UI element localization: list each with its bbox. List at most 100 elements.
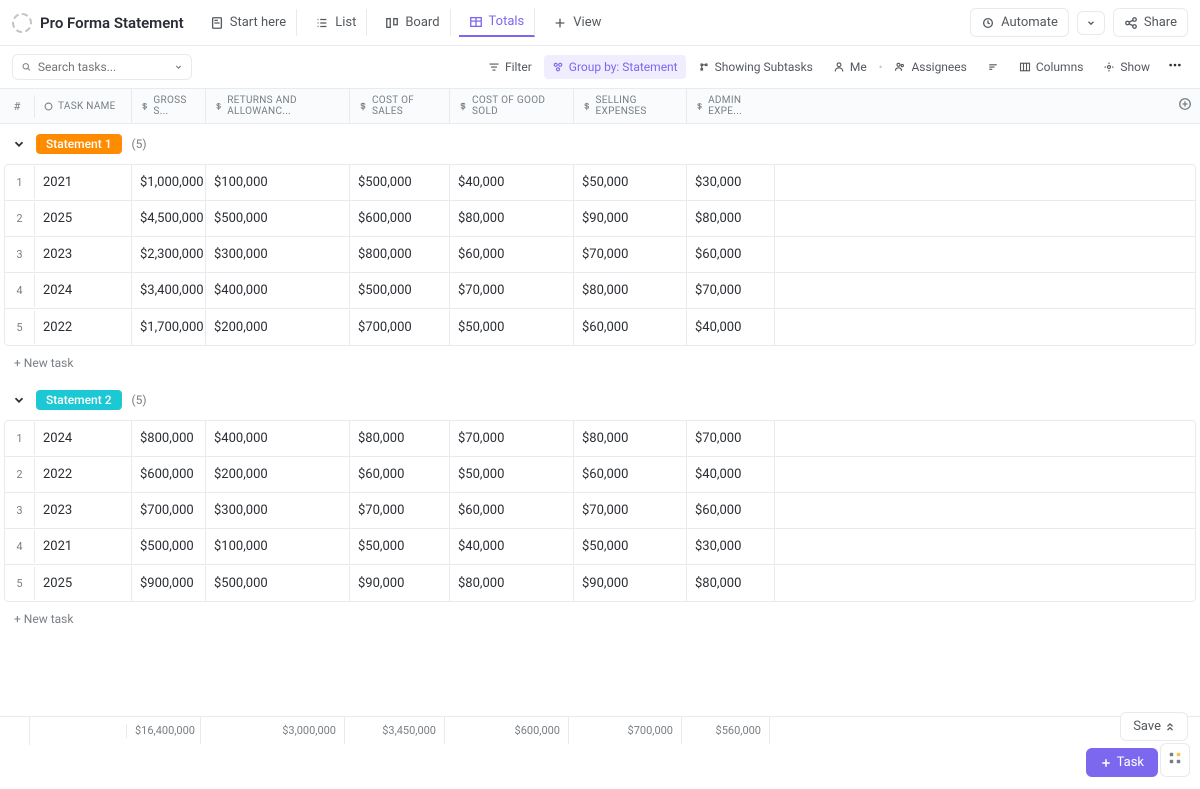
cell-selling[interactable]: $60,000: [574, 457, 687, 492]
workspace-icon[interactable]: [12, 13, 32, 33]
cell-returns[interactable]: $400,000: [206, 273, 350, 308]
add-column-button[interactable]: [1170, 97, 1200, 115]
cell-gross[interactable]: $1,700,000: [132, 310, 206, 345]
table-row[interactable]: 22025$4,500,000$500,000$600,000$80,000$9…: [5, 201, 1195, 237]
cell-selling[interactable]: $80,000: [574, 421, 687, 456]
group-by-button[interactable]: Group by: Statement: [544, 55, 686, 79]
cell-gross[interactable]: $4,500,000: [132, 201, 206, 236]
cell-cost-sales[interactable]: $80,000: [350, 421, 450, 456]
cell-cost-sales[interactable]: $500,000: [350, 165, 450, 200]
cell-gross[interactable]: $700,000: [132, 493, 206, 528]
cell-gross[interactable]: $500,000: [132, 529, 206, 564]
cell-name[interactable]: 2022: [35, 457, 132, 492]
table-row[interactable]: 52022$1,700,000$200,000$700,000$50,000$6…: [5, 309, 1195, 345]
cell-selling[interactable]: $60,000: [574, 310, 687, 345]
cell-cost-sales[interactable]: $500,000: [350, 273, 450, 308]
cell-cost-sales[interactable]: $60,000: [350, 457, 450, 492]
cell-selling[interactable]: $70,000: [574, 493, 687, 528]
cell-admin[interactable]: $30,000: [687, 165, 775, 200]
chevron-down-icon[interactable]: [174, 62, 183, 72]
cell-cost-sales[interactable]: $700,000: [350, 310, 450, 345]
cell-selling[interactable]: $90,000: [574, 201, 687, 236]
cell-cost-good[interactable]: $50,000: [450, 310, 574, 345]
cell-name[interactable]: 2021: [35, 529, 132, 564]
columns-button[interactable]: Columns: [1011, 55, 1092, 79]
save-button[interactable]: Save: [1120, 712, 1188, 741]
cell-cost-good[interactable]: $60,000: [450, 237, 574, 272]
cell-name[interactable]: 2023: [35, 493, 132, 528]
cell-cost-sales[interactable]: $70,000: [350, 493, 450, 528]
col-header-cost-sales[interactable]: COST OF SALES: [349, 89, 449, 123]
cell-returns[interactable]: $200,000: [206, 457, 350, 492]
share-button[interactable]: Share: [1113, 8, 1188, 37]
cell-admin[interactable]: $70,000: [687, 273, 775, 308]
cell-name[interactable]: 2024: [35, 421, 132, 456]
new-task-link[interactable]: + New task: [0, 602, 1200, 636]
cell-cost-good[interactable]: $70,000: [450, 273, 574, 308]
filter-button[interactable]: Filter: [480, 55, 540, 79]
automate-button[interactable]: Automate: [970, 8, 1069, 37]
cell-gross[interactable]: $900,000: [132, 566, 206, 601]
cell-name[interactable]: 2024: [35, 273, 132, 308]
apps-button[interactable]: [1160, 743, 1190, 777]
table-row[interactable]: 12024$800,000$400,000$80,000$70,000$80,0…: [5, 421, 1195, 457]
table-row[interactable]: 32023$2,300,000$300,000$800,000$60,000$7…: [5, 237, 1195, 273]
cell-cost-good[interactable]: $40,000: [450, 165, 574, 200]
cell-name[interactable]: 2023: [35, 237, 132, 272]
cell-admin[interactable]: $70,000: [687, 421, 775, 456]
new-task-button[interactable]: Task: [1086, 748, 1158, 777]
cell-admin[interactable]: $60,000: [687, 237, 775, 272]
cell-admin[interactable]: $60,000: [687, 493, 775, 528]
cell-returns[interactable]: $200,000: [206, 310, 350, 345]
table-row[interactable]: 42021$500,000$100,000$50,000$40,000$50,0…: [5, 529, 1195, 565]
cell-returns[interactable]: $300,000: [206, 237, 350, 272]
cell-name[interactable]: 2022: [35, 310, 132, 345]
col-header-cost-good[interactable]: COST OF GOOD SOLD: [449, 89, 573, 123]
cell-gross[interactable]: $800,000: [132, 421, 206, 456]
cell-selling[interactable]: $50,000: [574, 529, 687, 564]
cell-admin[interactable]: $40,000: [687, 457, 775, 492]
cell-cost-good[interactable]: $60,000: [450, 493, 574, 528]
tab-list[interactable]: List: [305, 9, 367, 36]
cell-returns[interactable]: $100,000: [206, 529, 350, 564]
col-header-returns[interactable]: RETURNS AND ALLOWANC...: [205, 89, 349, 123]
tab-add-view[interactable]: View: [543, 9, 611, 36]
cell-cost-sales[interactable]: $50,000: [350, 529, 450, 564]
cell-cost-sales[interactable]: $90,000: [350, 566, 450, 601]
col-header-selling[interactable]: SELLING EXPENSES: [573, 89, 686, 123]
cell-selling[interactable]: $50,000: [574, 165, 687, 200]
cell-name[interactable]: 2025: [35, 201, 132, 236]
tab-board[interactable]: Board: [375, 9, 450, 36]
cell-admin[interactable]: $80,000: [687, 566, 775, 601]
cell-selling[interactable]: $90,000: [574, 566, 687, 601]
cell-gross[interactable]: $1,000,000: [132, 165, 206, 200]
cell-gross[interactable]: $600,000: [132, 457, 206, 492]
group-header[interactable]: Statement 2(5): [0, 380, 1200, 420]
new-task-link[interactable]: + New task: [0, 346, 1200, 380]
me-button[interactable]: Me: [825, 55, 875, 79]
col-header-admin[interactable]: ADMIN EXPE...: [686, 89, 774, 123]
subtasks-button[interactable]: Showing Subtasks: [690, 55, 821, 79]
table-row[interactable]: 12021$1,000,000$100,000$500,000$40,000$5…: [5, 165, 1195, 201]
more-button[interactable]: [1162, 54, 1188, 80]
show-button[interactable]: Show: [1095, 55, 1158, 79]
cell-returns[interactable]: $300,000: [206, 493, 350, 528]
search-input[interactable]: [38, 60, 168, 74]
cell-returns[interactable]: $400,000: [206, 421, 350, 456]
cell-cost-sales[interactable]: $600,000: [350, 201, 450, 236]
tab-start-here[interactable]: Start here: [200, 9, 297, 36]
cell-admin[interactable]: $30,000: [687, 529, 775, 564]
cell-returns[interactable]: $500,000: [206, 201, 350, 236]
sort-button[interactable]: [979, 56, 1007, 78]
cell-cost-good[interactable]: $80,000: [450, 566, 574, 601]
cell-returns[interactable]: $100,000: [206, 165, 350, 200]
cell-name[interactable]: 2025: [35, 566, 132, 601]
cell-cost-good[interactable]: $80,000: [450, 201, 574, 236]
cell-admin[interactable]: $40,000: [687, 310, 775, 345]
cell-admin[interactable]: $80,000: [687, 201, 775, 236]
cell-cost-sales[interactable]: $800,000: [350, 237, 450, 272]
cell-gross[interactable]: $3,400,000: [132, 273, 206, 308]
group-header[interactable]: Statement 1(5): [0, 124, 1200, 164]
automate-dropdown[interactable]: [1077, 11, 1105, 35]
table-row[interactable]: 52025$900,000$500,000$90,000$80,000$90,0…: [5, 565, 1195, 601]
